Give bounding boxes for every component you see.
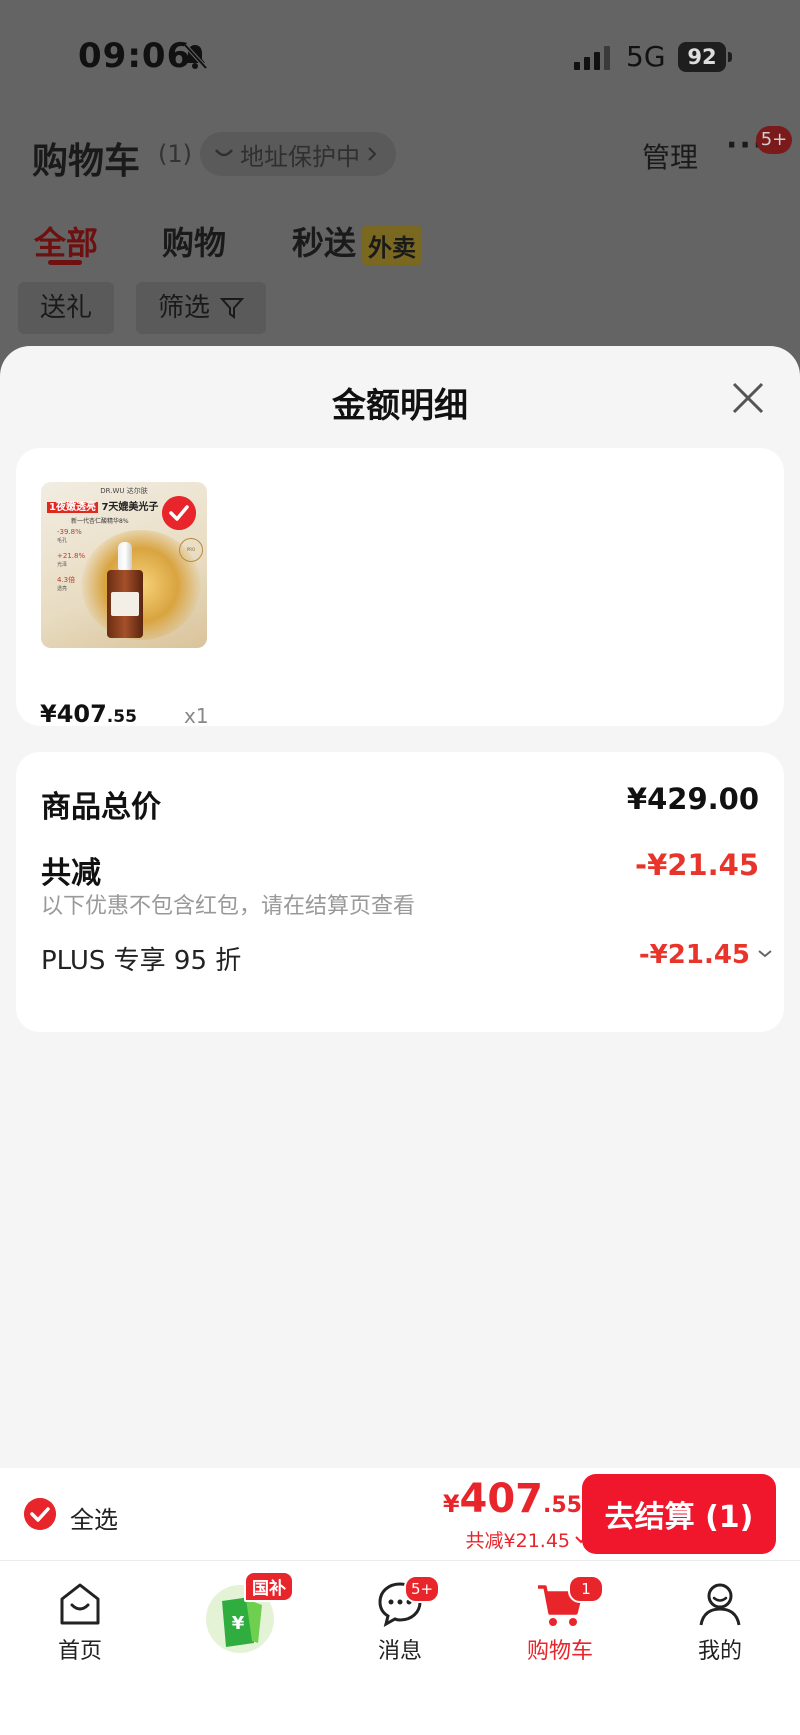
product-price: ¥407.55 <box>40 700 137 728</box>
nav-cart[interactable]: 购物车 1 <box>500 1575 620 1665</box>
close-icon[interactable] <box>726 376 770 420</box>
discount-value: -¥21.45 <box>635 848 759 882</box>
nav-home-label: 首页 <box>57 1639 102 1664</box>
amount-detail-sheet: 金额明细 DR.WU 达尔肤 1夜嫩透亮 7天媲美光子 新一代杏仁酸精华8% -… <box>0 346 800 1468</box>
plus-discount-label: PLUS 专享 95 折 <box>41 946 242 976</box>
filter-chip[interactable]: 筛选 <box>136 282 267 334</box>
status-time: 09:06 <box>78 36 192 76</box>
status-bar: 09:06 5G 92 <box>0 0 800 110</box>
product-image-headline-dark: 7天媲美光子 <box>101 502 159 513</box>
nav-profile[interactable]: 我的 <box>660 1579 780 1665</box>
address-protect-pill[interactable]: 地址保护中 <box>200 132 396 176</box>
product-image-stat-label: 光泽 <box>57 562 68 568</box>
more-badge: 5+ <box>756 126 792 154</box>
checkout-bar: 全选 ¥407.55 共减¥21.45 去结算 (1) <box>0 1468 800 1560</box>
product-image-stat: +21.8% 光泽 <box>57 552 85 570</box>
product-image-stat-value: -39.8% <box>57 528 82 536</box>
product-price-int: ¥407 <box>40 700 107 728</box>
chevron-right-icon <box>368 147 377 161</box>
total-price-label: 商品总价 <box>41 790 161 825</box>
signal-icon <box>574 46 610 70</box>
product-card: DR.WU 达尔肤 1夜嫩透亮 7天媲美光子 新一代杏仁酸精华8% -39.8%… <box>16 448 784 728</box>
discount-label: 共减 <box>41 856 101 891</box>
nav-home[interactable]: 首页 <box>20 1579 140 1665</box>
checkout-total-price: ¥407.55 <box>443 1476 582 1522</box>
discount-note: 以下优惠不包含红包，请在结算页查看 <box>41 894 416 919</box>
address-protect-label: 地址保护中 <box>240 142 360 171</box>
nav-messages-label: 消息 <box>377 1639 422 1664</box>
manage-button[interactable]: 管理 <box>642 136 698 176</box>
tab-all[interactable]: 全部 <box>34 218 98 264</box>
sheet-title: 金额明细 <box>332 386 468 426</box>
tab-miaosong-label: 秒送 <box>292 224 357 262</box>
checkout-discount-label: 共减¥21.45 <box>465 1530 570 1552</box>
gift-filter-label: 送礼 <box>40 293 93 323</box>
checkout-currency: ¥ <box>442 1490 460 1518</box>
nav-profile-label: 我的 <box>697 1639 742 1664</box>
checkout-button[interactable]: 去结算 (1) <box>582 1474 776 1554</box>
product-selected-check-icon[interactable] <box>162 496 196 530</box>
product-image-stat: 4.3倍透亮 <box>57 576 75 594</box>
home-icon <box>60 1583 100 1625</box>
checkout-total-int: 407 <box>459 1476 544 1522</box>
bottom-tab-bar: 首页 ¥ 国补 消息 5+ 购物车 1 我的 <box>0 1560 800 1735</box>
tab-miaosong[interactable]: 秒送 外卖 <box>292 218 423 265</box>
product-image-headline-red: 1夜嫩透亮 <box>47 502 98 513</box>
smile-icon <box>215 149 233 157</box>
messages-badge: 5+ <box>404 1575 440 1603</box>
product-image-stat: -39.8% 毛孔 <box>57 528 82 546</box>
product-quantity: x1 <box>184 704 209 728</box>
plus-discount-value[interactable]: -¥21.45 <box>639 940 750 970</box>
guobu-badge: 国补 <box>244 1571 294 1602</box>
product-image-subtitle: 新一代杏仁酸精华8% <box>71 518 129 525</box>
tab-shopping[interactable]: 购物 <box>162 218 226 264</box>
nav-messages[interactable]: 消息 5+ <box>340 1575 460 1665</box>
svg-text:¥: ¥ <box>232 1613 245 1634</box>
nav-guobu[interactable]: ¥ 国补 <box>180 1571 300 1655</box>
select-all-label[interactable]: 全选 <box>70 1500 118 1535</box>
filter-label: 筛选 <box>158 293 211 323</box>
checkout-discount[interactable]: 共减¥21.45 <box>466 1526 588 1553</box>
product-image-brand: DR.WU 达尔肤 <box>100 487 148 495</box>
waimai-badge: 外卖 <box>362 225 423 265</box>
product-image-seal: PRO <box>179 538 203 562</box>
battery-icon: 92 <box>678 42 732 72</box>
product-image-headline: 1夜嫩透亮 7天媲美光子 <box>47 498 158 513</box>
chevron-down-icon[interactable] <box>756 948 774 960</box>
nav-cart-label: 购物车 <box>526 1639 593 1664</box>
funnel-icon <box>220 298 245 319</box>
profile-icon <box>699 1583 741 1626</box>
product-image-stat-label: 透亮 <box>57 586 68 592</box>
select-all-check-icon[interactable] <box>24 1498 56 1530</box>
total-price-value: ¥429.00 <box>626 782 759 816</box>
page-title: 购物车 <box>32 141 141 182</box>
product-price-dec: .55 <box>106 707 137 727</box>
product-image-stat-value: 4.3倍 <box>57 576 76 584</box>
tab-underline <box>48 260 82 265</box>
cart-tabs: 全部 购物 秒送 外卖 <box>0 210 800 270</box>
cart-header: 购物车 (1) 地址保护中 管理 ··· 5+ <box>0 118 800 198</box>
serum-bottle-label-graphic <box>111 592 139 616</box>
gift-filter-chip[interactable]: 送礼 <box>18 282 115 334</box>
bell-muted-icon <box>183 43 208 70</box>
price-summary-card: 商品总价 ¥429.00 共减 -¥21.45 以下优惠不包含红包，请在结算页查… <box>16 752 784 1032</box>
network-label: 5G <box>626 40 666 73</box>
cart-count: (1) <box>158 140 192 168</box>
product-image-stat-value: +21.8% <box>57 552 86 560</box>
checkout-total-dec: .55 <box>543 1493 582 1518</box>
product-image-stat-label: 毛孔 <box>57 538 68 544</box>
cart-badge: 1 <box>568 1575 604 1603</box>
